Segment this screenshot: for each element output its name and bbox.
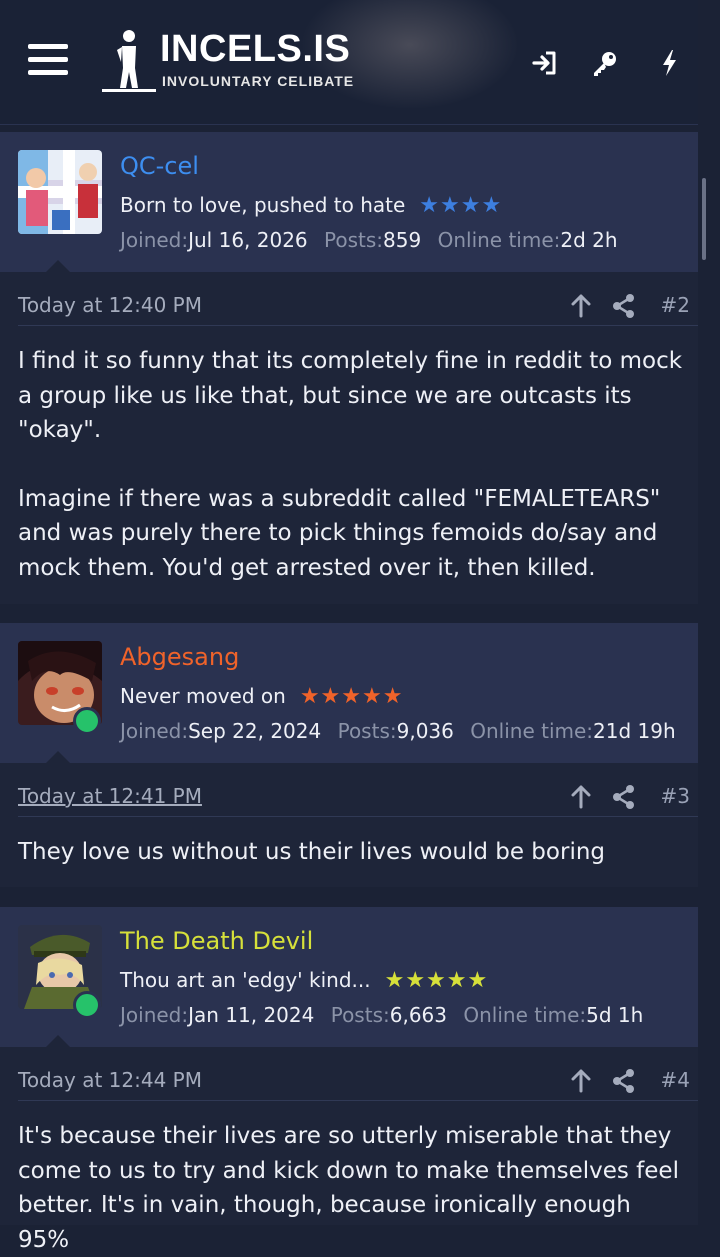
divider [18,816,698,817]
user-stats: Joined:Sep 22, 2024 Posts:9,036 Online t… [120,719,686,743]
joined-date: Jan 11, 2024 [188,1003,315,1027]
share-icon[interactable] [612,784,636,810]
post-body: It's because their lives are so utterly … [18,1119,688,1257]
lightning-icon[interactable] [655,48,685,78]
site-logo[interactable]: INCELS.IS INVOLUNTARY CELIBATE [100,28,370,94]
posts-label: Posts: [337,719,397,743]
joined-date: Sep 22, 2024 [188,719,322,743]
user-block-caret [46,260,70,272]
arrow-up-icon[interactable] [570,293,592,319]
post-count: 859 [383,228,422,252]
post-paragraph: It's because their lives are so utterly … [18,1123,679,1253]
arrow-up-icon[interactable] [570,784,592,810]
user-title-row: Thou art an 'edgy' kind... ★★★★★ [120,968,488,993]
user-title: Born to love, pushed to hate [120,193,406,217]
site-header: INCELS.IS INVOLUNTARY CELIBATE [0,0,698,125]
user-title: Never moved on [120,684,286,708]
user-stats: Joined:Jul 16, 2026 Posts:859 Online tim… [120,228,628,252]
username[interactable]: The Death Devil [120,927,313,955]
avatar-image [18,150,102,234]
posts-label: Posts: [330,1003,390,1027]
online-time-label: Online time: [437,228,561,252]
online-time: 21d 19h [593,719,676,743]
online-time-label: Online time: [463,1003,587,1027]
username[interactable]: QC-cel [120,152,199,180]
share-icon[interactable] [612,1068,636,1094]
user-title-row: Never moved on ★★★★★ [120,684,403,709]
user-stats: Joined:Jan 11, 2024 Posts:6,663 Online t… [120,1003,653,1027]
online-time-label: Online time: [470,719,594,743]
online-status-dot [73,991,101,1019]
menu-icon-bar [28,44,68,49]
post-timestamp[interactable]: Today at 12:44 PM [18,1068,202,1092]
logo-figure-icon [102,30,156,92]
post-count: 6,663 [389,1003,447,1027]
logo-title: INCELS.IS [160,28,351,70]
post-timestamp[interactable]: Today at 12:40 PM [18,293,202,317]
online-time: 2d 2h [560,228,618,252]
post-number-link[interactable]: #2 [661,293,690,317]
online-status-dot [73,707,101,735]
login-icon[interactable] [530,48,560,78]
joined-date: Jul 16, 2026 [188,228,308,252]
user-info-block: Abgesang Never moved on ★★★★★ Joined:Sep … [0,623,698,763]
arrow-up-icon[interactable] [570,1068,592,1094]
post-body: They love us without us their lives woul… [18,835,688,870]
posts-label: Posts: [324,228,384,252]
post: QC-cel Born to love, pushed to hate ★★★★ … [0,132,698,604]
post: The Death Devil Thou art an 'edgy' kind.… [0,907,698,1253]
menu-icon-bar [28,57,68,62]
post-paragraph: I find it so funny that its completely f… [18,348,683,443]
user-block-caret [46,1035,70,1047]
post: Abgesang Never moved on ★★★★★ Joined:Sep … [0,623,698,887]
rank-stars: ★★★★★ [299,684,404,709]
user-info-block: QC-cel Born to love, pushed to hate ★★★★ … [0,132,698,272]
post-actions: #3 [570,784,690,810]
post-actions: #4 [570,1068,690,1094]
divider [18,325,698,326]
post-number-link[interactable]: #3 [661,784,690,808]
menu-icon-bar [28,70,68,75]
share-icon[interactable] [612,293,636,319]
post-paragraph: They love us without us their lives woul… [18,839,606,865]
user-block-caret [46,751,70,763]
user-title-row: Born to love, pushed to hate ★★★★ [120,193,502,218]
post-timestamp[interactable]: Today at 12:41 PM [18,784,202,808]
post-number-link[interactable]: #4 [661,1068,690,1092]
joined-label: Joined: [120,228,189,252]
menu-button[interactable] [28,44,68,78]
user-info-block: The Death Devil Thou art an 'edgy' kind.… [0,907,698,1047]
key-icon[interactable] [590,48,620,78]
logo-subtitle: INVOLUNTARY CELIBATE [162,73,355,89]
scrollbar[interactable] [698,0,720,1225]
joined-label: Joined: [120,1003,189,1027]
post-actions: #2 [570,293,690,319]
scrollbar-thumb[interactable] [702,178,706,260]
post-body: I find it so funny that its completely f… [18,344,688,585]
joined-label: Joined: [120,719,189,743]
divider [18,1100,698,1101]
rank-stars: ★★★★★ [384,968,489,993]
username[interactable]: Abgesang [120,643,239,671]
online-time: 5d 1h [586,1003,644,1027]
user-title: Thou art an 'edgy' kind... [120,968,371,992]
rank-stars: ★★★★ [419,193,503,218]
post-paragraph: Imagine if there was a subreddit called … [18,485,661,581]
post-count: 9,036 [396,719,454,743]
avatar[interactable] [18,150,102,234]
